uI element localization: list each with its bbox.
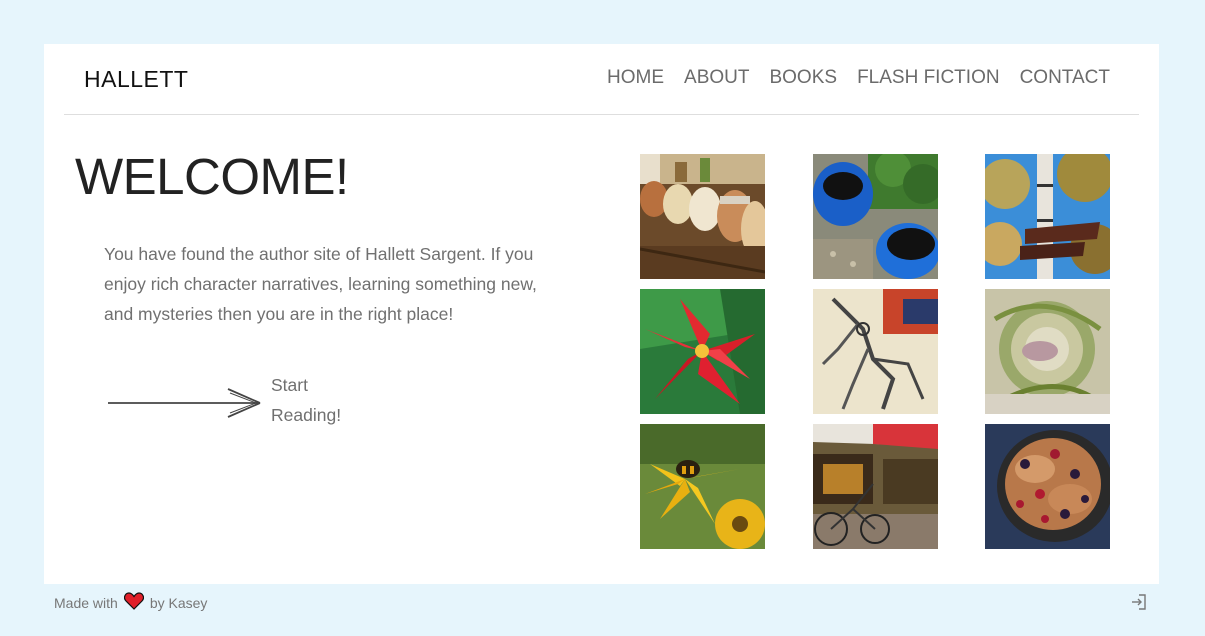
main-nav: HOME ABOUT BOOKS FLASH FICTION CONTACT — [607, 67, 1110, 89]
site-footer: Made with by Kasey — [54, 592, 207, 613]
nav-item-home[interactable]: HOME — [607, 67, 664, 89]
arrow-right-icon — [108, 388, 261, 418]
gallery-image-curled-leaves[interactable] — [985, 289, 1110, 414]
heart-icon — [123, 592, 144, 613]
start-reading-label: Start Reading! — [271, 375, 342, 425]
photo-gallery — [640, 154, 1110, 549]
gallery-image-bee-flower[interactable] — [640, 424, 765, 549]
made-with-label: Made with — [54, 594, 118, 611]
gallery-image-berry-pastry[interactable] — [985, 424, 1110, 549]
content-card: HALLETT HOME ABOUT BOOKS FLASH FICTION C… — [44, 44, 1159, 584]
login-icon[interactable] — [1130, 593, 1148, 616]
gallery-image-blue-pots[interactable] — [813, 154, 938, 279]
gallery-image-jars[interactable] — [640, 154, 765, 279]
gallery-image-wire-sculpture[interactable] — [813, 289, 938, 414]
site-logo[interactable]: HALLETT — [84, 66, 188, 93]
page-title: WELCOME! — [75, 148, 349, 205]
start-reading-link[interactable]: Start Reading! — [106, 370, 351, 430]
author-credit: by Kasey — [149, 594, 208, 611]
nav-item-contact[interactable]: CONTACT — [1020, 67, 1110, 89]
nav-item-about[interactable]: ABOUT — [684, 67, 749, 89]
intro-paragraph: You have found the author site of Hallet… — [104, 244, 537, 324]
gallery-image-birch-signpost[interactable] — [985, 154, 1110, 279]
nav-item-books[interactable]: BOOKS — [769, 67, 837, 89]
nav-item-flash-fiction[interactable]: FLASH FICTION — [857, 67, 1000, 89]
gallery-image-bicycles[interactable] — [813, 424, 938, 549]
gallery-image-red-flower[interactable] — [640, 289, 765, 414]
site-header: HALLETT HOME ABOUT BOOKS FLASH FICTION C… — [64, 44, 1139, 115]
